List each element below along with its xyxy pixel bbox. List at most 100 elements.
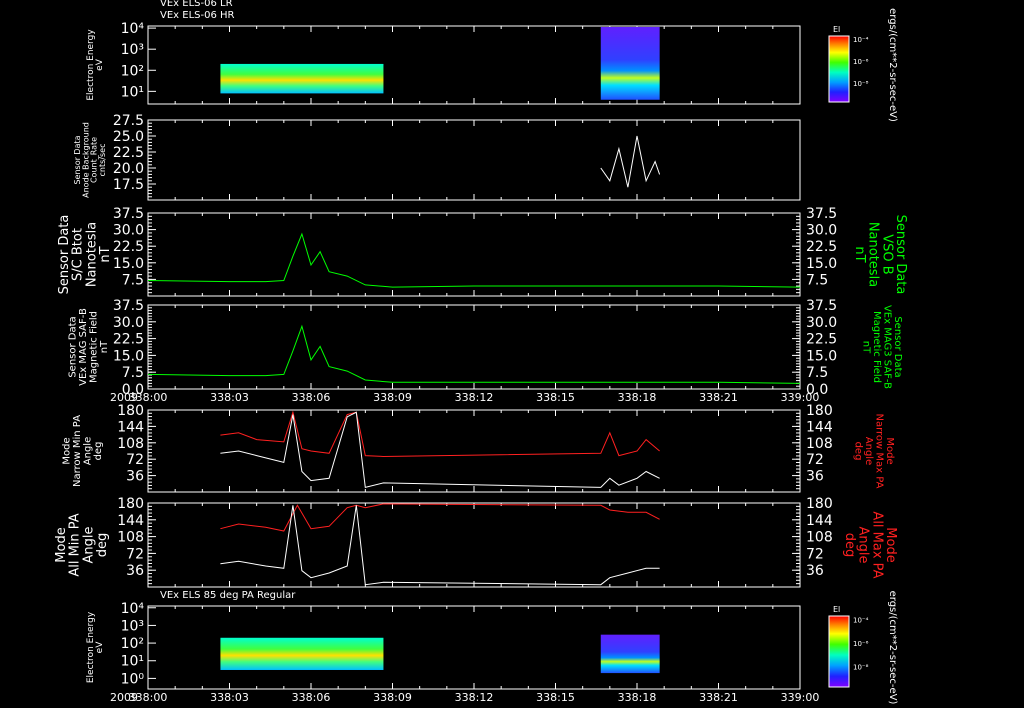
x-tick-label: 338:15 (536, 391, 575, 404)
axis-label-line: Magnetic Field (88, 311, 99, 383)
y-tick-label: 17.5 (113, 177, 144, 193)
axis-label-line: deg (842, 533, 857, 558)
axis-label-line: nT (99, 340, 110, 353)
ylabel-electron-energy-85: Electron Energy eV (86, 611, 105, 683)
y-tick-label: 108 (117, 436, 144, 452)
colorbar-units: ergs/(cm**2-sr-sec-eV) (887, 591, 898, 705)
x-tick-label: 338:18 (618, 391, 657, 404)
x-tick-label: 338:06 (292, 391, 331, 404)
axis-label-line: Angle (82, 437, 93, 465)
axis-label-line: Magnetic Field (871, 311, 882, 383)
y-tick-label: 30.0 (113, 223, 144, 239)
y-tick-label: 180 (117, 403, 144, 419)
axis-label-line: VEx MAG3 SAF-B (881, 305, 892, 389)
axis-label-line: deg (95, 533, 110, 558)
y-tick-label: 7.5 (806, 365, 828, 381)
y-tick-label: 22.5 (113, 332, 144, 348)
x-tick-label: 338:03 (210, 691, 249, 704)
y-tick-label: 180 (117, 496, 144, 512)
axis-label-line: nT (852, 246, 867, 262)
series-all-max-pa (220, 503, 660, 532)
colorbar-units-text: ergs/(cm**2-sr-sec-eV) (887, 591, 898, 705)
x-tick-label: 338:06 (292, 691, 331, 704)
y-tick-label: 144 (806, 513, 833, 529)
colorbar (828, 615, 850, 688)
x-tick-label: 338:21 (699, 691, 738, 704)
axis-label-line: VEx MAG SAF-B (78, 308, 89, 386)
y-tick-label: 10⁴ (121, 601, 145, 617)
els-summary-plot: 10⁴10³10²10¹VEx ELS-06 LRVEx ELS-06 HREl… (54, 0, 908, 705)
panel-title: VEx ELS-06 LR (160, 0, 233, 9)
panel-anode-background (147, 119, 801, 201)
spectrogram-block (220, 637, 384, 670)
axis-label-line: nT (860, 341, 871, 354)
axis-label-line: deg (852, 442, 863, 461)
y-tick-label: 10³ (121, 618, 144, 634)
panel-mag-saf-b (147, 304, 801, 390)
colorbar-tick-label: 10⁻⁸ (853, 664, 869, 672)
y-tick-label: 10² (121, 63, 144, 79)
y-tick-label: 30.0 (806, 223, 837, 239)
y-tick-label: 7.5 (122, 365, 144, 381)
x-tick-label: 339:00 (781, 691, 820, 704)
series-narrow-min-pa (220, 411, 660, 489)
y-tick-label: 36 (126, 469, 144, 485)
y-tick-label: 22.5 (113, 145, 144, 161)
ylabel-narrow-min: Mode Narrow Min PA Angle deg (61, 415, 104, 487)
y-tick-label: 36 (806, 563, 824, 579)
colorbar-tick-label: 10⁻⁸ (853, 80, 869, 88)
colorbar-tick-label: 10⁻⁴ (853, 36, 869, 44)
ylabel-all-min: ModeAll Min PAAngledeg (54, 513, 110, 576)
y-tick-label: 22.5 (806, 332, 837, 348)
x-tick-label: 338:12 (455, 391, 494, 404)
y-tick-label: 22.5 (113, 239, 144, 255)
ylabel-anode: Sensor Data Anode Background Count_Rate cnt… (73, 122, 107, 198)
y-tick-label: 72 (806, 546, 824, 562)
x-tick-label: 338:00 (129, 691, 168, 704)
colorbar-tick-label: 10⁻⁴ (853, 616, 869, 624)
y-tick-label: 37.5 (113, 298, 144, 314)
axis-label-line: Sensor Data (892, 316, 903, 377)
x-tick-label: 338:21 (699, 391, 738, 404)
y-tick-label: 27.5 (113, 113, 144, 129)
spectrogram-block (220, 63, 384, 94)
y-tick-label: 7.5 (122, 272, 144, 288)
axis-label-line: eV (95, 58, 105, 71)
y-tick-label: 72 (806, 452, 824, 468)
ylabel-saf-b: Sensor Data VEx MAG SAF-B Magnetic Field nT (67, 308, 110, 386)
axis-label-line: deg (93, 442, 104, 461)
y-tick-label: 10¹ (121, 654, 144, 670)
y-tick-label: 20.0 (113, 161, 144, 177)
y-tick-label: 36 (126, 563, 144, 579)
axis-label-line: Mode (884, 437, 895, 464)
colorbar-tick-label: 10⁻⁶ (853, 58, 869, 66)
ylabel-electron-energy: Electron Energy eV (86, 29, 105, 101)
colorbar-units: ergs/(cm**2-sr-sec-eV) (887, 8, 898, 122)
spectrogram-block (600, 634, 660, 674)
y-tick-label: 144 (806, 419, 833, 435)
y-tick-label: 144 (117, 419, 144, 435)
y-tick-label: 30.0 (806, 315, 837, 331)
axis-label-line: Angle (863, 437, 874, 465)
y-tick-label: 108 (806, 530, 833, 546)
series-all-min-pa (220, 505, 660, 586)
colorbar-title: El (833, 605, 840, 614)
axis-label-line: Mode (61, 437, 72, 464)
y-tick-label: 10¹ (121, 84, 144, 100)
y-tick-label: 15.0 (806, 256, 837, 272)
ylabel-btot: Sensor DataS/C BtotNanoteslanT (57, 215, 113, 295)
colorbar-tick-label: 10⁻⁶ (853, 640, 869, 648)
colorbar-units-text: ergs/(cm**2-sr-sec-eV) (887, 8, 898, 122)
series-btot (147, 232, 801, 288)
y-tick-label: 10² (121, 636, 144, 652)
panel-all-pa (147, 502, 801, 588)
y-tick-label: 15.0 (806, 348, 837, 364)
series-saf-b (147, 324, 801, 384)
panel-title: VEx ELS 85 deg PA Regular (160, 590, 296, 601)
colorbar (828, 35, 850, 103)
y-tick-label: 7.5 (806, 272, 828, 288)
ylabel-all-max: ModeAll Max PAAngledeg (842, 511, 898, 578)
y-tick-label: 36 (806, 469, 824, 485)
ylabel-narrow-max: ModeNarrow Max PAAngledeg (852, 414, 895, 489)
panel-narrow-pa (147, 409, 801, 493)
